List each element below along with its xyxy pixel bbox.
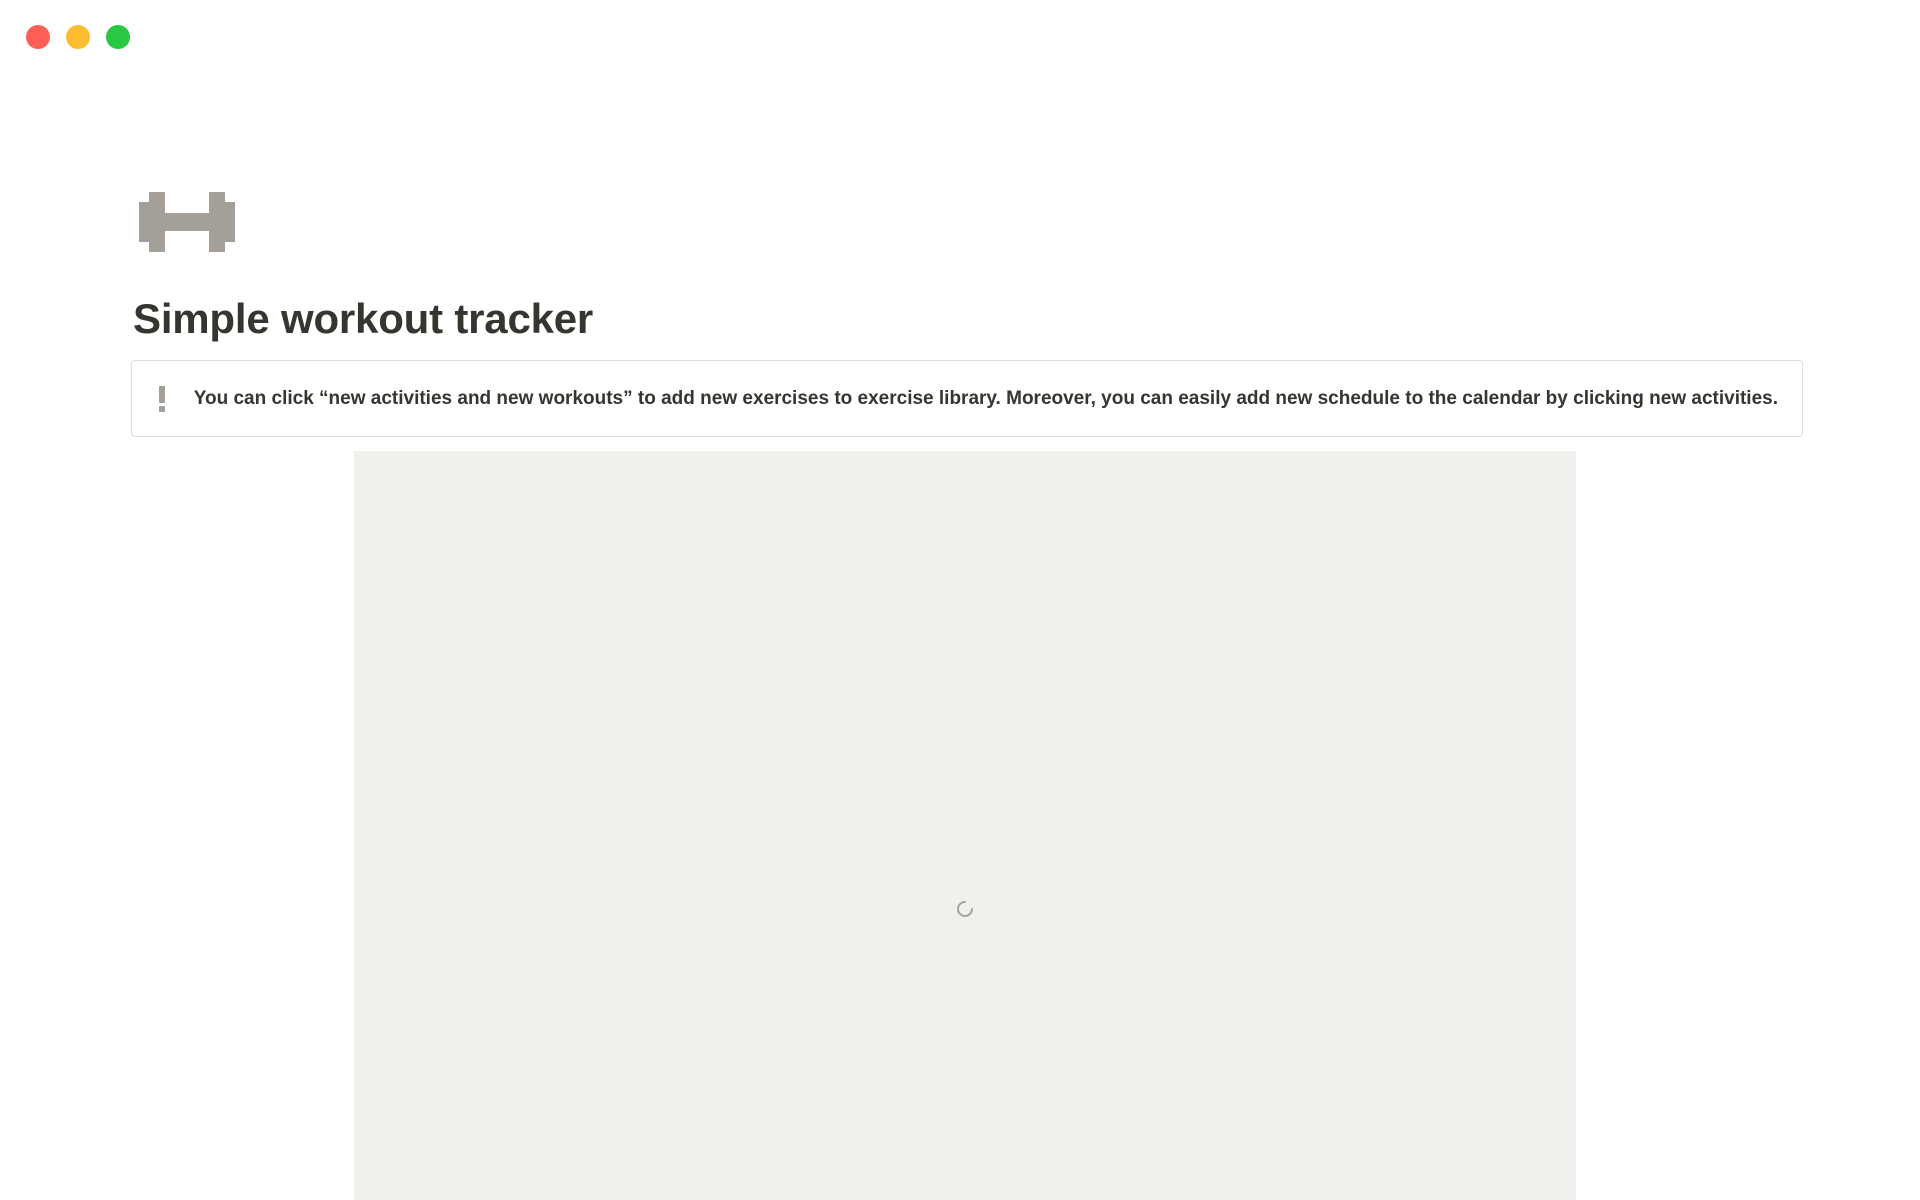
close-window-button[interactable] [26, 25, 50, 49]
embedded-content-area[interactable] [354, 451, 1576, 1200]
zoom-window-button[interactable] [106, 25, 130, 49]
page-title[interactable]: Simple workout tracker [131, 294, 1801, 344]
exclamation-icon [156, 385, 168, 412]
window-controls [26, 25, 130, 49]
minimize-window-button[interactable] [66, 25, 90, 49]
callout-text: You can click “new activities and new wo… [193, 387, 1778, 409]
loading-spinner-icon [956, 900, 974, 918]
dumbbell-icon[interactable] [139, 190, 235, 254]
callout-block[interactable]: You can click “new activities and new wo… [131, 360, 1803, 438]
page-content: Simple workout tracker You can click “ne… [131, 190, 1803, 438]
app-window: Simple workout tracker You can click “ne… [0, 0, 1920, 1200]
